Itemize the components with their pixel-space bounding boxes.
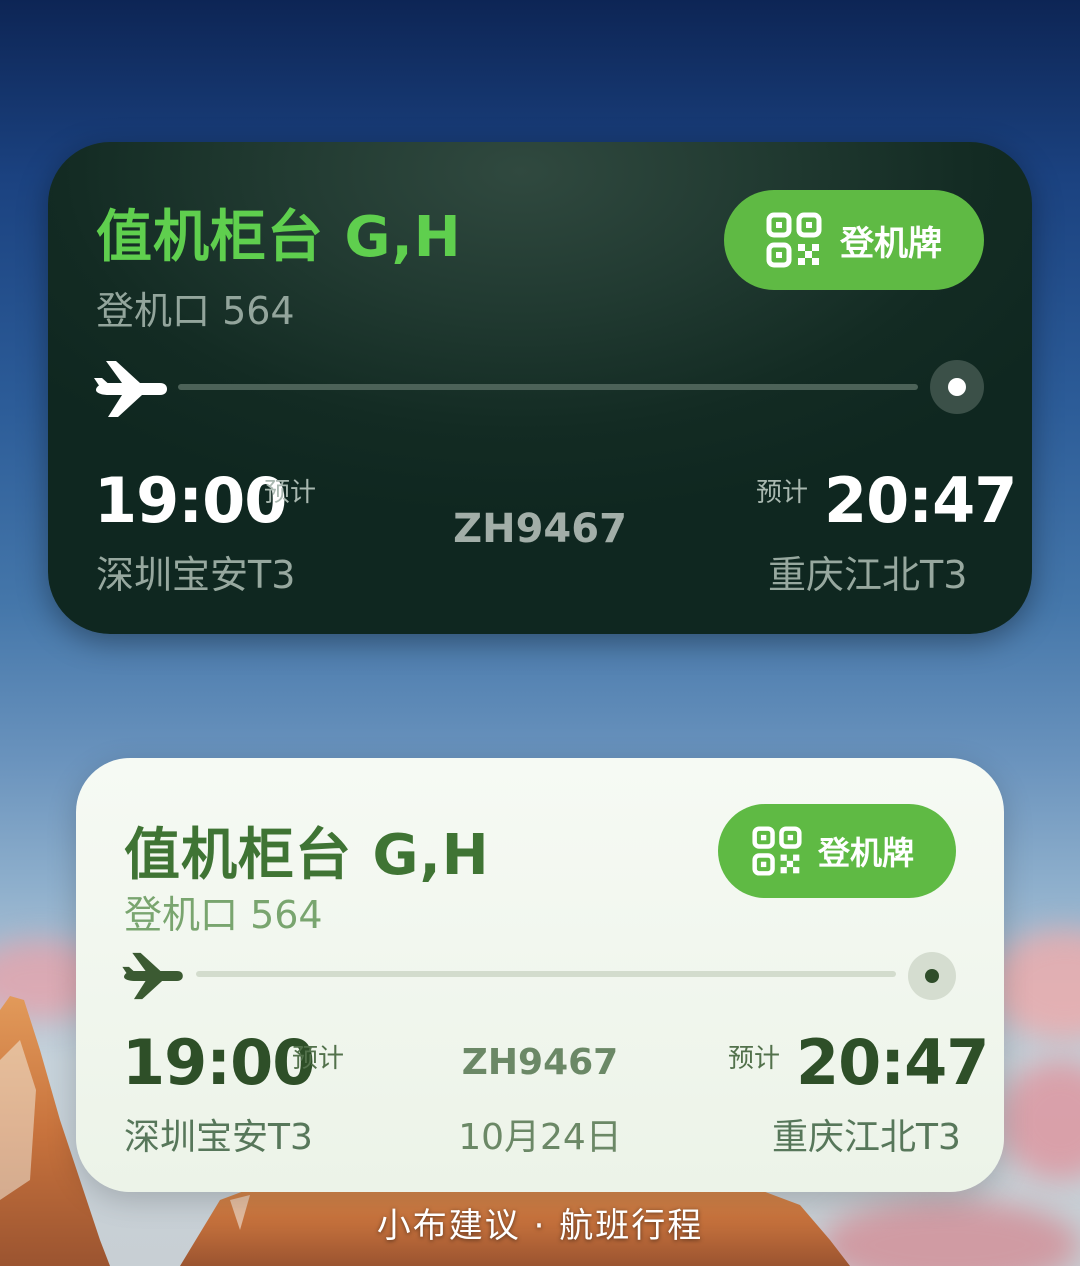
qr-code-icon <box>750 824 804 878</box>
arrival-time: 20:47 <box>796 1026 989 1099</box>
qr-code-icon <box>764 210 824 270</box>
widget-caption: 小布建议 · 航班行程 <box>376 1206 704 1246</box>
departure-time: 19:00 <box>94 464 287 537</box>
arrival-airport: 重庆江北T3 <box>768 553 968 597</box>
destination-dot-icon <box>930 360 984 414</box>
departure-airport: 深圳宝安T3 <box>124 1117 313 1158</box>
checkin-counter-title: 值机柜台 G,H <box>124 823 490 888</box>
boarding-pass-label: 登机牌 <box>840 223 942 264</box>
departure-time: 19:00 <box>122 1026 315 1099</box>
flight-number: ZH9467 <box>453 506 627 552</box>
arrival-time: 20:47 <box>824 464 1017 537</box>
departure-estimated-label: 预计 <box>292 1044 345 1074</box>
arrival-estimated-label: 预计 <box>756 478 809 508</box>
flight-progress-track <box>178 384 918 390</box>
destination-dot-icon <box>908 952 956 1000</box>
departure-estimated-label: 预计 <box>264 478 317 508</box>
flight-progress-track <box>196 971 896 977</box>
flight-date: 10月24日 <box>458 1117 622 1158</box>
checkin-counter-title: 值机柜台 G,H <box>96 205 462 270</box>
departure-airport: 深圳宝安T3 <box>96 553 296 597</box>
gate-number: 登机口 564 <box>96 289 295 333</box>
gate-number: 登机口 564 <box>124 893 323 937</box>
airplane-icon <box>122 952 184 1004</box>
boarding-pass-label: 登机牌 <box>818 834 915 872</box>
flight-widget-light[interactable]: 值机柜台 G,H 登机口 564 登机牌 19:00 预计 深圳宝安T3 ZH9… <box>76 758 1004 1192</box>
flight-number: ZH9467 <box>461 1042 619 1083</box>
flight-widget-dark[interactable]: 值机柜台 G,H 登机口 564 登机牌 19:00 预计 深圳宝安T3 ZH9… <box>48 142 1032 634</box>
arrival-estimated-label: 预计 <box>728 1044 781 1074</box>
boarding-pass-button[interactable]: 登机牌 <box>718 804 956 898</box>
arrival-airport: 重庆江北T3 <box>772 1117 961 1158</box>
airplane-icon <box>94 360 168 422</box>
boarding-pass-button[interactable]: 登机牌 <box>724 190 984 290</box>
